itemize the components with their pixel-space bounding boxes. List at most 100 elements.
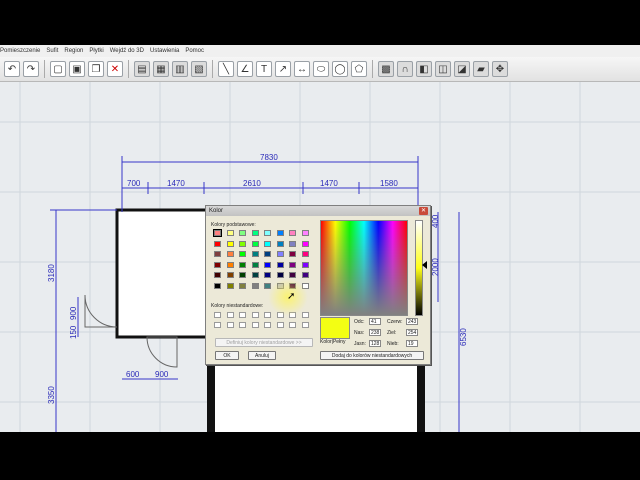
custom-color-swatch[interactable] xyxy=(251,322,259,328)
custom-color-swatch[interactable] xyxy=(301,312,309,318)
basic-color-swatch[interactable] xyxy=(276,240,284,247)
basic-color-swatch[interactable] xyxy=(301,240,309,247)
basic-color-swatch[interactable] xyxy=(301,230,309,236)
hue-field[interactable]: 41 xyxy=(369,318,381,325)
basic-color-swatch[interactable] xyxy=(276,272,284,278)
basic-color-swatch[interactable] xyxy=(226,240,234,247)
basic-color-swatch[interactable] xyxy=(276,251,284,257)
basic-color-swatch[interactable] xyxy=(264,272,271,278)
basic-color-swatch[interactable] xyxy=(239,272,246,278)
redo-icon[interactable]: ↷ xyxy=(23,61,39,77)
basic-color-swatch[interactable] xyxy=(214,251,221,257)
basic-color-swatch[interactable] xyxy=(301,272,309,278)
basic-color-swatch[interactable] xyxy=(239,230,246,236)
basic-color-swatch[interactable] xyxy=(264,240,271,247)
stairs-icon[interactable]: ▧ xyxy=(191,61,207,77)
menu-item-room[interactable]: Pomieszczenie xyxy=(0,48,40,54)
basic-color-swatch[interactable] xyxy=(239,251,246,257)
scale-icon[interactable]: ▰ xyxy=(473,61,489,77)
delete-icon[interactable]: ✕ xyxy=(107,61,123,77)
luminance-arrow-icon[interactable] xyxy=(422,261,427,269)
line-icon[interactable]: ╲ xyxy=(218,61,234,77)
basic-color-swatch[interactable] xyxy=(289,240,296,247)
basic-color-swatch[interactable] xyxy=(226,230,234,236)
menu-item-ceiling[interactable]: Sufit xyxy=(46,48,58,54)
menu-item-region[interactable]: Region xyxy=(64,48,83,54)
basic-color-swatch[interactable] xyxy=(214,261,221,268)
text-icon[interactable]: T xyxy=(256,61,272,77)
circle-icon[interactable]: ◯ xyxy=(332,61,348,77)
ellipse-icon[interactable]: ⬭ xyxy=(313,61,329,77)
basic-color-swatch[interactable] xyxy=(251,251,259,257)
move-icon[interactable]: ✥ xyxy=(492,61,508,77)
custom-color-swatch[interactable] xyxy=(251,312,259,318)
menu-item-tiles[interactable]: Płytki xyxy=(89,48,103,54)
undo-icon[interactable]: ↶ xyxy=(4,61,20,77)
box-icon[interactable]: ◧ xyxy=(416,61,432,77)
basic-color-swatch[interactable] xyxy=(226,272,234,278)
basic-color-swatch[interactable] xyxy=(214,272,221,278)
polygon-icon[interactable]: ⬠ xyxy=(351,61,367,77)
custom-color-swatch[interactable] xyxy=(239,322,246,328)
custom-color-swatch[interactable] xyxy=(226,322,234,328)
basic-color-swatch[interactable] xyxy=(251,240,259,247)
custom-color-swatch[interactable] xyxy=(276,322,284,328)
custom-color-swatch[interactable] xyxy=(214,322,221,328)
menu-item-help[interactable]: Pomoc xyxy=(185,48,204,54)
basic-color-swatch[interactable] xyxy=(264,230,271,236)
green-field[interactable]: 254 xyxy=(406,329,418,336)
paste-icon[interactable]: ▣ xyxy=(69,61,85,77)
blue-field[interactable]: 19 xyxy=(406,340,418,347)
red-field[interactable]: 243 xyxy=(406,318,418,325)
basic-color-swatch[interactable] xyxy=(226,251,234,257)
basic-color-swatch[interactable] xyxy=(264,261,271,268)
custom-color-swatch[interactable] xyxy=(289,322,296,328)
basic-color-swatch[interactable] xyxy=(214,240,221,247)
lum-field[interactable]: 128 xyxy=(369,340,381,347)
close-icon[interactable]: ✕ xyxy=(419,207,428,215)
basic-color-swatch[interactable] xyxy=(276,261,284,268)
custom-color-swatch[interactable] xyxy=(264,322,271,328)
ok-button[interactable]: OK xyxy=(215,351,239,360)
basic-color-swatch[interactable] xyxy=(226,282,234,289)
basic-color-swatch[interactable] xyxy=(214,282,221,289)
custom-color-swatch[interactable] xyxy=(226,312,234,318)
arrow-icon[interactable]: ↗ xyxy=(275,61,291,77)
basic-color-swatch[interactable] xyxy=(251,261,259,268)
basic-color-swatch[interactable] xyxy=(226,261,234,268)
sat-field[interactable]: 238 xyxy=(369,329,381,336)
color-spectrum[interactable] xyxy=(320,220,408,316)
basic-color-swatch[interactable] xyxy=(276,230,284,236)
basic-color-swatch[interactable] xyxy=(289,251,296,257)
custom-color-swatch[interactable] xyxy=(214,312,221,318)
menu-item-enter-3d[interactable]: Wejdź do 3D xyxy=(110,48,144,54)
view3d-icon[interactable]: ▩ xyxy=(378,61,394,77)
window-icon[interactable]: ▦ xyxy=(153,61,169,77)
custom-color-swatch[interactable] xyxy=(264,312,271,318)
basic-color-swatch[interactable] xyxy=(213,229,222,237)
copy-icon[interactable]: ▢ xyxy=(50,61,66,77)
wall-icon[interactable]: ▤ xyxy=(134,61,150,77)
basic-color-swatch[interactable] xyxy=(301,251,309,257)
basic-color-swatch[interactable] xyxy=(301,261,309,268)
basic-color-swatch[interactable] xyxy=(239,282,246,289)
basic-color-swatch[interactable] xyxy=(239,240,246,247)
define-custom-button[interactable]: Definiuj kolory niestandardowe >> xyxy=(215,338,313,347)
cylinder-icon[interactable]: ◫ xyxy=(435,61,451,77)
angle-icon[interactable]: ∠ xyxy=(237,61,253,77)
door-icon[interactable]: ▥ xyxy=(172,61,188,77)
basic-color-swatch[interactable] xyxy=(251,272,259,278)
basic-color-swatch[interactable] xyxy=(239,261,246,268)
basic-color-swatch[interactable] xyxy=(251,282,259,289)
basic-color-swatch[interactable] xyxy=(289,230,296,236)
basic-color-swatch[interactable] xyxy=(264,251,271,257)
dimension-icon[interactable]: ↔ xyxy=(294,61,310,77)
arch-icon[interactable]: ∩ xyxy=(397,61,413,77)
clone-icon[interactable]: ❐ xyxy=(88,61,104,77)
add-custom-button[interactable]: Dodaj do kolorów niestandardowych xyxy=(320,351,424,360)
custom-color-swatch[interactable] xyxy=(239,312,246,318)
menu-item-settings[interactable]: Ustawienia xyxy=(150,48,179,54)
basic-color-swatch[interactable] xyxy=(289,261,296,268)
cancel-button[interactable]: Anuluj xyxy=(248,351,276,360)
basic-color-swatch[interactable] xyxy=(289,272,296,278)
